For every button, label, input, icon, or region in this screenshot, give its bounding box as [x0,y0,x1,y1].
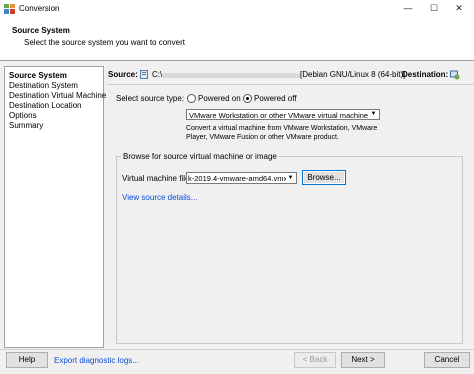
app-icon [4,4,15,14]
wizard-nav: Source System Destination System Destina… [4,66,106,348]
main-content: Source: C:\ [Debian GNU/Linux 8 (64-bit)… [107,66,474,346]
nav-item-destination-system[interactable]: Destination System [9,81,78,90]
back-button[interactable]: < Back [294,352,336,368]
vm-file-value: k-2019.4-vmware-amd64.vmx [188,174,288,183]
powered-on-label[interactable]: Powered on [198,94,241,103]
powered-off-label[interactable]: Powered off [254,94,297,103]
close-icon[interactable]: ✕ [452,2,466,15]
source-type-select-value: VMware Workstation or other VMware virtu… [189,111,369,120]
browse-group: Browse for source virtual machine or ima… [116,152,463,344]
browse-button[interactable]: Browse... [302,170,346,185]
page-header: Source System Select the source system y… [0,18,474,61]
export-diagnostic-logs-link[interactable]: Export diagnostic logs... [54,356,139,365]
chevron-down-icon: ▼ [370,111,377,117]
maximize-icon[interactable]: ☐ [427,2,441,15]
source-path: C:\ [152,70,163,79]
source-label: Source: [108,70,138,79]
powered-off-radio[interactable] [243,94,252,103]
browse-group-title: Browse for source virtual machine or ima… [121,152,279,161]
source-type-description: Convert a virtual machine from VMware Wo… [186,125,378,141]
radio-selected-dot [246,97,249,100]
next-button[interactable]: Next > [341,352,385,368]
title-bar: Conversion — ☐ ✕ [0,0,474,18]
window-title: Conversion [19,4,60,13]
nav-item-summary[interactable]: Summary [9,121,43,130]
page-title: Source System [12,26,70,35]
powered-on-radio[interactable] [187,94,196,103]
divider [107,84,474,85]
nav-item-source-system[interactable]: Source System [9,71,67,80]
destination-icon [450,70,460,80]
nav-item-options[interactable]: Options [9,111,37,120]
view-source-details-link[interactable]: View source details... [122,193,197,202]
source-type-label: Select source type: [116,94,185,103]
nav-item-destination-vm[interactable]: Destination Virtual Machine [9,91,106,100]
source-summary: Source: C:\ [Debian GNU/Linux 8 (64-bit)… [107,70,467,82]
help-button[interactable]: Help [6,352,48,368]
footer-divider [0,349,474,350]
minimize-icon[interactable]: — [401,2,415,15]
vm-file-label: Virtual machine file: [122,174,192,183]
destination-label: Destination: [402,70,449,79]
nav-item-destination-location[interactable]: Destination Location [9,101,82,110]
page-subtitle: Select the source system you want to con… [24,38,185,47]
cancel-button[interactable]: Cancel [424,352,470,368]
vm-file-input[interactable]: k-2019.4-vmware-amd64.vmx ▼ [186,172,297,184]
source-os: [Debian GNU/Linux 8 (64-bit)] [300,70,406,79]
chevron-down-icon: ▼ [286,173,295,183]
redacted-path [162,73,302,78]
file-icon [140,70,148,79]
source-type-select[interactable]: VMware Workstation or other VMware virtu… [186,109,380,120]
